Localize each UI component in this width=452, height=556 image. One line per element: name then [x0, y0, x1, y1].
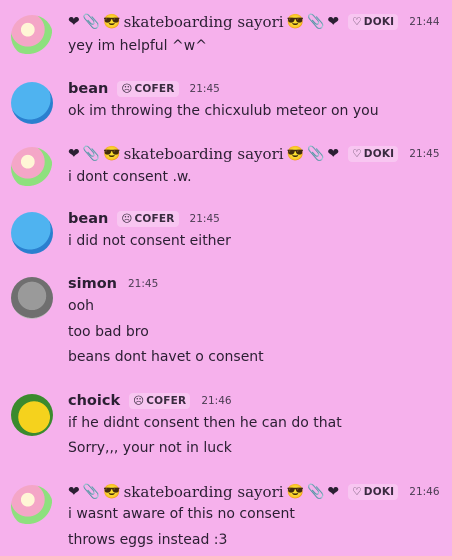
- paperclip-icon: 📎: [306, 146, 325, 162]
- sunglasses-face-icon: 😎: [286, 146, 304, 162]
- paperclip-icon: 📎: [82, 14, 101, 30]
- avatar[interactable]: [11, 82, 53, 124]
- timestamp[interactable]: 21:45: [409, 144, 439, 164]
- message-text: ooh: [68, 298, 95, 314]
- message-text: i wasnt aware of this no consent: [68, 506, 295, 522]
- avatar[interactable]: [11, 147, 53, 189]
- paperclip-icon: 📎: [82, 484, 101, 500]
- role-badge[interactable]: ☹ COFER: [129, 393, 191, 409]
- heart-outline-icon: ♡: [352, 16, 362, 28]
- message-text: beans dont havet o consent: [68, 349, 264, 365]
- message-text: i did not consent either: [68, 233, 231, 249]
- paperclip-icon: 📎: [82, 146, 101, 162]
- message-text: throws eggs instead :3: [68, 532, 228, 548]
- author-name[interactable]: choick ☹ COFER 21:46: [68, 391, 232, 411]
- role-badge[interactable]: ☹ COFER: [117, 81, 179, 97]
- timestamp[interactable]: 21:45: [190, 79, 220, 99]
- paperclip-icon: 📎: [306, 484, 325, 500]
- heart-outline-icon: ♡: [352, 486, 362, 498]
- message-text: Sorry,,, your not in luck: [68, 440, 232, 456]
- timestamp[interactable]: 21:46: [409, 482, 439, 502]
- author-name[interactable]: ❤ 📎 😎 skateboarding sayori 😎 📎 ❤ ♡ DOKI 2…: [68, 12, 440, 32]
- face-icon: ☹: [133, 395, 145, 407]
- role-badge[interactable]: ☹ COFER: [117, 211, 179, 227]
- face-icon: ☹: [121, 83, 133, 95]
- author-name[interactable]: ❤ 📎 😎 skateboarding sayori 😎 📎 ❤ ♡ DOKI 2…: [68, 482, 440, 502]
- message-text: i dont consent .w.: [68, 169, 192, 185]
- author-name[interactable]: bean ☹ COFER 21:45: [68, 79, 220, 99]
- heart-icon: ❤: [68, 146, 80, 162]
- message-text: yey im helpful ^w^: [68, 38, 207, 54]
- timestamp[interactable]: 21:45: [128, 274, 158, 294]
- face-icon: ☹: [121, 213, 133, 225]
- author-name[interactable]: simon 21:45: [68, 274, 158, 294]
- heart-icon: ❤: [327, 484, 340, 500]
- author-name[interactable]: ❤ 📎 😎 skateboarding sayori 😎 📎 ❤ ♡ DOKI 2…: [68, 144, 440, 164]
- heart-icon: ❤: [68, 14, 80, 30]
- avatar[interactable]: [11, 394, 53, 436]
- role-badge[interactable]: ♡ DOKI: [348, 146, 399, 162]
- sunglasses-face-icon: 😎: [103, 484, 121, 500]
- avatar[interactable]: [11, 212, 53, 254]
- timestamp[interactable]: 21:45: [190, 209, 220, 229]
- sunglasses-face-icon: 😎: [286, 14, 304, 30]
- timestamp[interactable]: 21:46: [201, 391, 231, 411]
- avatar[interactable]: [11, 15, 53, 57]
- heart-icon: ❤: [68, 484, 80, 500]
- author-name[interactable]: bean ☹ COFER 21:45: [68, 209, 220, 229]
- timestamp[interactable]: 21:44: [409, 12, 439, 32]
- sunglasses-face-icon: 😎: [103, 146, 121, 162]
- message-text: ok im throwing the chicxulub meteor on y…: [68, 103, 379, 119]
- sunglasses-face-icon: 😎: [103, 14, 121, 30]
- role-badge[interactable]: ♡ DOKI: [348, 14, 399, 30]
- message-text: too bad bro: [68, 324, 149, 340]
- paperclip-icon: 📎: [306, 14, 325, 30]
- message-text: if he didnt consent then he can do that: [68, 415, 342, 431]
- avatar[interactable]: [11, 277, 53, 319]
- heart-outline-icon: ♡: [352, 148, 362, 160]
- heart-icon: ❤: [327, 146, 340, 162]
- sunglasses-face-icon: 😎: [286, 484, 304, 500]
- avatar[interactable]: [11, 485, 53, 527]
- heart-icon: ❤: [327, 14, 340, 30]
- role-badge[interactable]: ♡ DOKI: [348, 484, 399, 500]
